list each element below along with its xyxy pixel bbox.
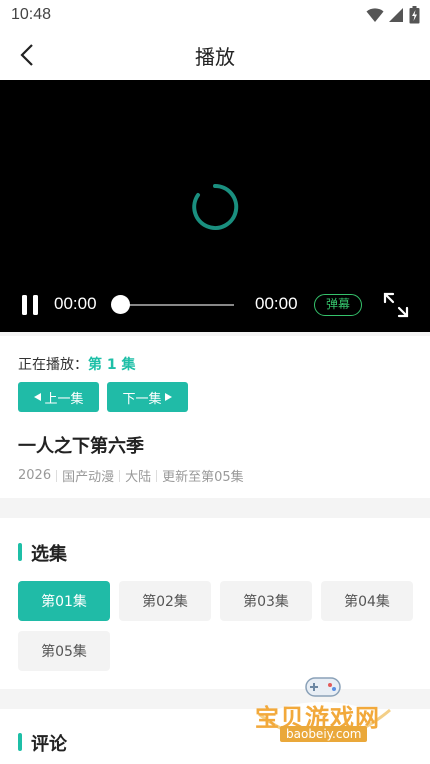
fullscreen-icon[interactable] [382, 291, 410, 319]
meta-category: 国产动漫 [62, 470, 115, 485]
info-card: 正在播放：第 1 集 上一集 下一集 一人之下第六季 2026 国产动漫 大陆 … [0, 336, 430, 498]
meta-divider [119, 469, 121, 482]
meta-divider [56, 469, 58, 482]
watermark-url: baobeiy.com [280, 726, 368, 742]
signal-icon [389, 8, 403, 22]
meta-row: 2026 国产动漫 大陆 更新至第05集 [18, 466, 244, 485]
episode-chip-5[interactable]: 第05集 [18, 631, 110, 671]
status-bar: 10:48 [0, 0, 430, 30]
previous-episode-label: 上一集 [44, 391, 84, 407]
meta-update-status: 更新至第05集 [162, 470, 244, 485]
watermark: 宝贝游戏网 baobeiy.com [250, 670, 400, 762]
pause-icon[interactable] [20, 294, 40, 316]
total-time: 00:00 [255, 294, 298, 313]
section-accent-bar [18, 543, 22, 561]
meta-divider [156, 469, 158, 482]
player-controls: 00:00 00:00 弹幕 [0, 288, 430, 322]
meta-region: 大陆 [125, 470, 152, 485]
progress-thumb[interactable] [111, 295, 130, 314]
status-time: 10:48 [11, 6, 52, 23]
episode-chip-2[interactable]: 第02集 [119, 581, 211, 621]
show-title: 一人之下第六季 [18, 436, 144, 457]
gamepad-icon [305, 677, 341, 697]
next-episode-button[interactable]: 下一集 [107, 382, 188, 412]
triangle-left-icon [34, 393, 42, 401]
next-episode-label: 下一集 [122, 391, 162, 407]
now-playing: 正在播放：第 1 集 [18, 354, 136, 374]
comments-section-title: 评论 [31, 734, 67, 755]
page-title: 播放 [195, 45, 235, 69]
wifi-icon [366, 8, 384, 22]
status-icons [366, 6, 420, 24]
now-playing-episode: 第 1 集 [88, 357, 136, 373]
video-player[interactable]: 00:00 00:00 弹幕 [0, 80, 430, 332]
current-time: 00:00 [54, 294, 97, 313]
progress-track[interactable] [120, 304, 234, 306]
danmaku-toggle[interactable]: 弹幕 [314, 294, 362, 316]
episodes-card: 选集 第01集 第02集 第03集 第04集 第05集 [0, 518, 430, 689]
episode-chip-4[interactable]: 第04集 [321, 581, 413, 621]
previous-episode-button[interactable]: 上一集 [18, 382, 99, 412]
triangle-right-icon [164, 393, 172, 401]
episodes-section-title: 选集 [31, 544, 67, 565]
section-accent-bar [18, 733, 22, 751]
episode-chip-3[interactable]: 第03集 [220, 581, 312, 621]
battery-icon [409, 6, 420, 24]
meta-year: 2026 [18, 468, 52, 483]
loading-spinner-icon [192, 183, 239, 230]
episode-chip-1[interactable]: 第01集 [18, 581, 110, 621]
app-bar: 播放 [0, 30, 430, 80]
now-playing-label: 正在播放： [18, 357, 88, 373]
